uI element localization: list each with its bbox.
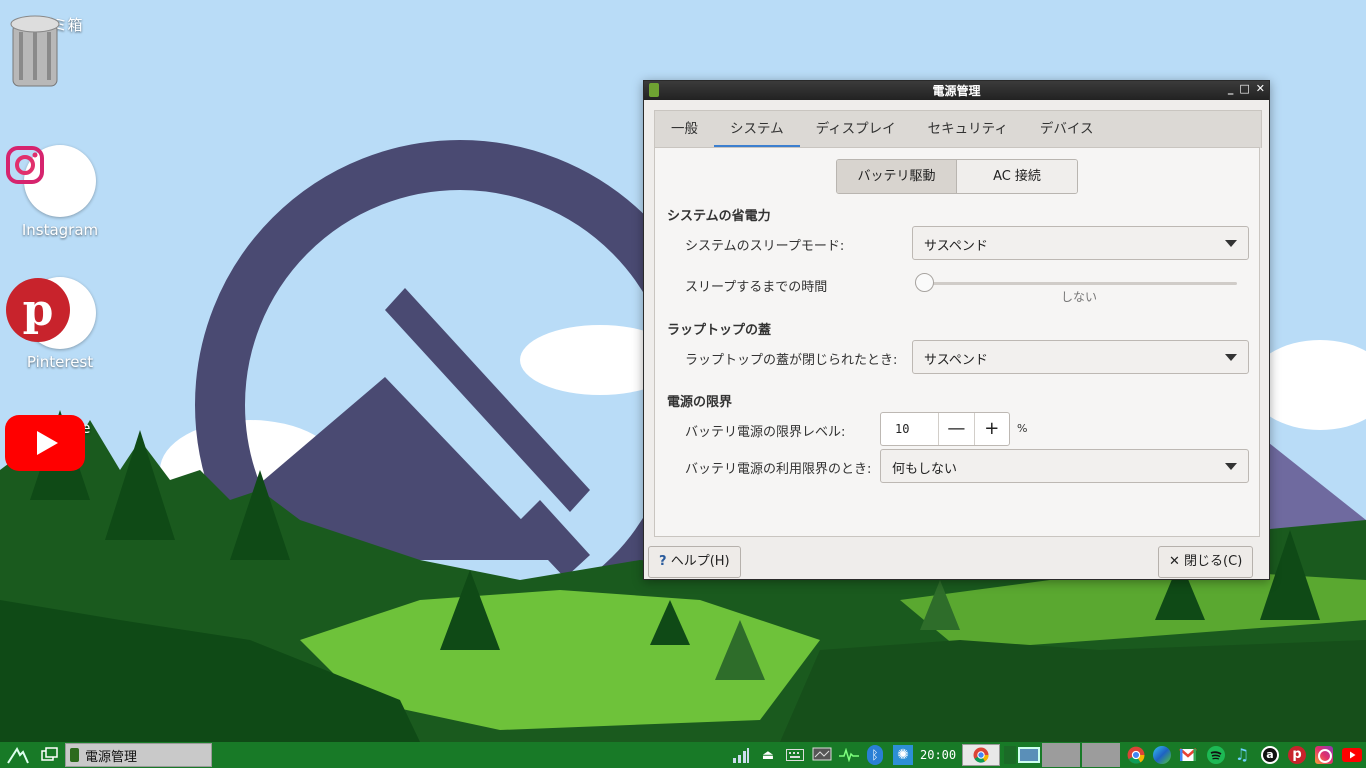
critical-action-label: バッテリ電源の利用限界のとき: bbox=[685, 462, 872, 477]
close-button-label: 閉じる(C) bbox=[1184, 554, 1243, 569]
eject-icon[interactable]: ⏏ bbox=[758, 742, 778, 768]
spotify-icon[interactable] bbox=[1207, 746, 1225, 764]
sleep-time-slider-track[interactable] bbox=[915, 282, 1237, 285]
gmail-icon[interactable] bbox=[1179, 746, 1197, 764]
sleep-mode-label: システムのスリープモード: bbox=[685, 239, 845, 254]
critical-action-value: 何もしない bbox=[892, 462, 958, 477]
svg-text:p: p bbox=[23, 285, 54, 336]
sleep-mode-value: サスペンド bbox=[924, 239, 988, 254]
weather-icon[interactable]: ✺ bbox=[891, 742, 915, 768]
critical-level-input[interactable]: 10 bbox=[881, 413, 938, 445]
minimize-icon[interactable]: _ bbox=[1228, 82, 1234, 95]
help-button-label: ヘルプ(H) bbox=[670, 554, 730, 569]
youtube-icon[interactable] bbox=[1342, 748, 1362, 762]
taskbar-window-button[interactable]: 電源管理 bbox=[65, 743, 212, 767]
tab-security[interactable]: セキュリティ bbox=[912, 111, 1024, 148]
desktop-icon-trash[interactable]: ゴミ箱 bbox=[5, 10, 115, 87]
desktop-icon-youtube[interactable]: YouTube bbox=[5, 415, 115, 471]
workspace-4[interactable] bbox=[1082, 743, 1120, 767]
sleep-mode-dropdown[interactable]: サスペンド bbox=[912, 226, 1249, 260]
mountain-logo-icon bbox=[7, 746, 29, 764]
sleep-time-slider-handle[interactable] bbox=[915, 273, 934, 292]
chevron-down-icon bbox=[1225, 240, 1237, 247]
power-source-toggle: バッテリ駆動 AC 接続 bbox=[836, 159, 1078, 194]
critical-action-dropdown[interactable]: 何もしない bbox=[880, 449, 1249, 483]
increment-button[interactable]: + bbox=[973, 413, 1009, 445]
system-settings-panel: バッテリ駆動 AC 接続 システムの省電力 システムのスリープモード: サスペン… bbox=[654, 147, 1260, 537]
instagram-icon bbox=[6, 145, 96, 217]
clock[interactable]: 20:00 bbox=[920, 748, 956, 762]
maximize-icon[interactable]: □ bbox=[1239, 82, 1249, 95]
desktop-icon-instagram[interactable]: Instagram bbox=[5, 145, 115, 239]
critical-level-spinbox: 10 — + bbox=[880, 412, 1010, 446]
network-bars-icon[interactable] bbox=[731, 742, 751, 768]
show-desktop-button[interactable] bbox=[38, 742, 62, 768]
trash-icon bbox=[10, 15, 60, 87]
monitor-icon[interactable] bbox=[811, 742, 833, 768]
keyboard-icon[interactable] bbox=[784, 742, 806, 768]
sleep-time-label: スリープするまでの時間 bbox=[685, 280, 828, 295]
window-title: 電源管理 bbox=[932, 84, 981, 98]
workspace-2[interactable] bbox=[1018, 746, 1040, 764]
close-icon[interactable]: ✕ bbox=[1256, 82, 1265, 95]
workspace-1[interactable] bbox=[1004, 746, 1016, 764]
window-thumb-icon bbox=[1018, 747, 1040, 763]
desktop-icon-label: Instagram bbox=[21, 221, 99, 239]
section-heading-system-power: システムの省電力 bbox=[667, 209, 771, 224]
taskbar-window-label: 電源管理 bbox=[85, 749, 138, 765]
tab-general[interactable]: 一般 bbox=[655, 111, 714, 148]
chrome-icon bbox=[973, 747, 989, 763]
battery-app-icon bbox=[649, 83, 659, 97]
lid-closed-value: サスペンド bbox=[924, 353, 988, 368]
chrome-icon[interactable] bbox=[1127, 746, 1145, 764]
decrement-button[interactable]: — bbox=[938, 413, 973, 445]
desktop-icon-label: Pinterest bbox=[26, 353, 94, 371]
critical-level-label: バッテリ電源の限界レベル: bbox=[685, 425, 846, 440]
lid-closed-dropdown[interactable]: サスペンド bbox=[912, 340, 1249, 374]
close-button[interactable]: ✕ 閉じる(C) bbox=[1158, 546, 1254, 578]
battery-mode-button[interactable]: バッテリ駆動 bbox=[837, 160, 957, 193]
pinterest-icon: p bbox=[6, 277, 96, 349]
tab-display[interactable]: ディスプレイ bbox=[800, 111, 912, 148]
chevron-down-icon bbox=[1225, 463, 1237, 470]
youtube-icon bbox=[5, 415, 85, 471]
bluetooth-icon[interactable]: ᛒ bbox=[865, 742, 885, 768]
section-heading-lid: ラップトップの蓋 bbox=[667, 323, 772, 338]
music-icon[interactable]: ♫ bbox=[1233, 746, 1251, 764]
power-manager-window: 電源管理 _ □ ✕ 一般 システム ディスプレイ セキュリティ デバイス バッ… bbox=[643, 80, 1270, 580]
amazon-icon[interactable]: a bbox=[1261, 746, 1279, 764]
taskbar: 電源管理 ⏏ ᛒ ✺ 20:00 ♫ a p bbox=[0, 742, 1366, 768]
pinterest-icon[interactable]: p bbox=[1288, 746, 1306, 764]
close-icon: ✕ bbox=[1169, 554, 1180, 569]
windows-icon bbox=[41, 747, 58, 761]
window-titlebar[interactable]: 電源管理 _ □ ✕ bbox=[644, 81, 1269, 100]
help-button[interactable]: ? ヘルプ(H) bbox=[648, 546, 741, 578]
desktop-icon-pinterest[interactable]: p Pinterest bbox=[5, 277, 115, 371]
lid-closed-label: ラップトップの蓋が閉じられたとき: bbox=[685, 353, 898, 368]
help-icon: ? bbox=[659, 554, 667, 569]
percent-unit: % bbox=[1017, 422, 1028, 435]
sleep-time-caption: しない bbox=[1061, 290, 1098, 304]
ac-mode-button[interactable]: AC 接続 bbox=[957, 160, 1077, 193]
workspace-3[interactable] bbox=[1042, 743, 1080, 767]
chevron-down-icon bbox=[1225, 354, 1237, 361]
app-menu-button[interactable] bbox=[4, 742, 32, 768]
instagram-icon[interactable] bbox=[1315, 746, 1333, 764]
edge-icon[interactable] bbox=[1153, 746, 1171, 764]
battery-app-icon bbox=[70, 748, 79, 762]
tab-devices[interactable]: デバイス bbox=[1024, 111, 1110, 148]
cpu-graph-icon[interactable] bbox=[838, 742, 860, 768]
tab-system[interactable]: システム bbox=[714, 111, 800, 148]
tab-bar: 一般 システム ディスプレイ セキュリティ デバイス bbox=[654, 110, 1262, 148]
section-heading-power-limit: 電源の限界 bbox=[667, 395, 733, 410]
taskbar-chrome-window[interactable] bbox=[962, 744, 1000, 766]
